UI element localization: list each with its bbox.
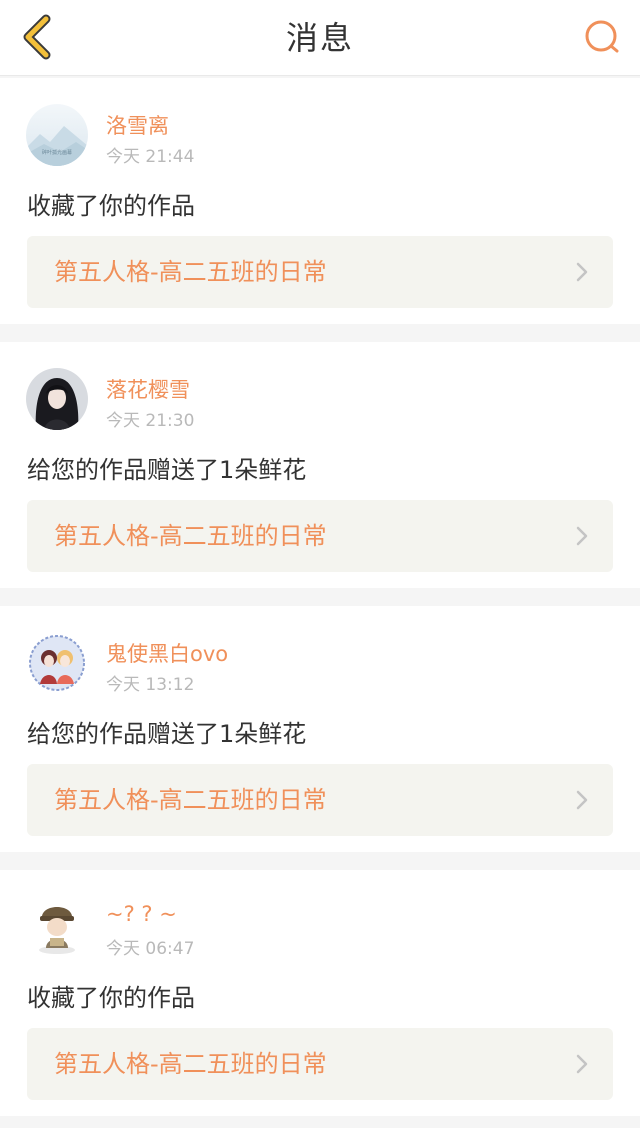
work-link[interactable]: 第五人格-高二五班的日常 [27,1028,613,1100]
notification-message: 收藏了你的作品 [27,192,195,220]
svg-text:碎叶孤光画幕: 碎叶孤光画幕 [42,149,72,156]
notification-card: 落花樱雪 今天 21:30 给您的作品赠送了1朵鲜花 第五人格-高二五班的日常 [0,342,640,588]
timestamp: 今天 21:44 [106,147,195,167]
username[interactable]: 落花樱雪 [106,374,190,404]
chevron-right-icon [576,526,588,546]
username[interactable]: 鬼使黑白ovo [106,638,228,668]
work-link[interactable]: 第五人格-高二五班的日常 [27,236,613,308]
work-title: 第五人格-高二五班的日常 [54,258,327,286]
notification-message: 给您的作品赠送了1朵鲜花 [27,720,307,748]
timestamp: 今天 13:12 [106,675,195,695]
timestamp: 今天 21:30 [106,411,195,431]
avatar-landscape-icon: 碎叶孤光画幕 [26,104,88,166]
top-bar: 消息 [0,0,640,76]
username[interactable]: ~? ? ~ [106,902,177,926]
avatar-chibi-character-icon [26,896,88,958]
notification-message: 给您的作品赠送了1朵鲜花 [27,456,307,484]
username[interactable]: 洛雪离 [106,110,169,140]
work-title: 第五人格-高二五班的日常 [54,786,327,814]
user-avatar[interactable] [26,632,88,694]
work-title: 第五人格-高二五班的日常 [54,1050,327,1078]
notification-message: 收藏了你的作品 [27,984,195,1012]
chevron-right-icon [576,1054,588,1074]
avatar-two-characters-icon [26,632,88,694]
notification-card: 鬼使黑白ovo 今天 13:12 给您的作品赠送了1朵鲜花 第五人格-高二五班的… [0,606,640,852]
page-title: 消息 [285,19,354,57]
messages-screen: 消息 碎叶孤光画幕 洛雪离 今天 21:44 收藏了你的作品 第五人格-高二五班… [0,0,640,1128]
timestamp: 今天 06:47 [106,939,195,959]
work-link[interactable]: 第五人格-高二五班的日常 [27,500,613,572]
notification-card: ~? ? ~ 今天 06:47 收藏了你的作品 第五人格-高二五班的日常 [0,870,640,1116]
work-title: 第五人格-高二五班的日常 [54,522,327,550]
notification-card: 碎叶孤光画幕 洛雪离 今天 21:44 收藏了你的作品 第五人格-高二五班的日常 [0,78,640,324]
user-avatar[interactable] [26,368,88,430]
chevron-right-icon [576,790,588,810]
work-link[interactable]: 第五人格-高二五班的日常 [27,764,613,836]
search-icon [585,20,619,53]
search-button[interactable] [574,10,630,66]
user-avatar[interactable]: 碎叶孤光画幕 [26,104,88,166]
user-avatar[interactable] [26,896,88,958]
chevron-right-icon [576,262,588,282]
avatar-dark-hair-girl-icon [26,368,88,430]
